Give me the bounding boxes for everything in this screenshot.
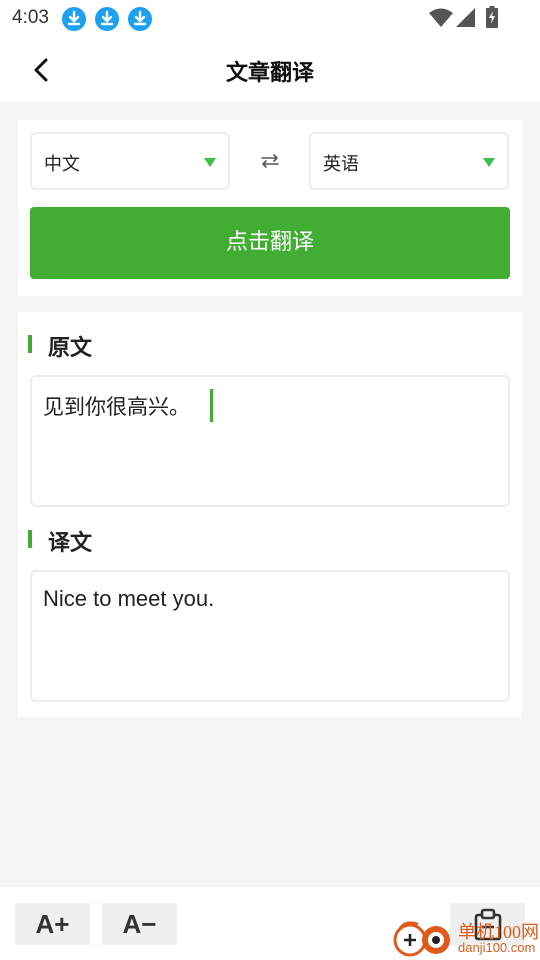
page-title: 文章翻译 [225, 61, 314, 86]
watermark-emblem-icon [393, 921, 450, 957]
text-card: 原文 见到你很高兴。 译文 Nice to meet you. [18, 312, 522, 717]
translate-button[interactable]: 点击翻译 [30, 207, 510, 279]
battery-charging-icon [486, 6, 498, 28]
font-decrease-button[interactable]: A− [102, 903, 177, 945]
download-icon [128, 7, 152, 31]
download-icon [62, 7, 86, 31]
target-language-select[interactable]: 英语 [309, 132, 509, 190]
dropdown-caret-icon [204, 158, 216, 167]
source-language-select[interactable]: 中文 [30, 132, 230, 190]
source-language-label: 中文 [44, 154, 80, 175]
signal-icon [456, 8, 475, 27]
target-language-label: 英语 [323, 154, 359, 175]
result-text: Nice to meet you. [43, 586, 215, 611]
app-header: 文章翻译 [0, 36, 540, 102]
result-section-title: 译文 [48, 531, 93, 556]
language-card: 中文 英语 点击翻译 [18, 120, 522, 296]
status-time: 4:03 [12, 7, 49, 28]
watermark-domain: danji100.com [458, 940, 536, 955]
section-accent-bar [28, 335, 32, 353]
text-cursor [210, 389, 213, 422]
source-text-input[interactable]: 见到你很高兴。 [30, 375, 510, 507]
section-accent-bar [28, 530, 32, 548]
status-bar: 4:03 [0, 0, 540, 36]
result-text-box[interactable]: Nice to meet you. [30, 570, 510, 702]
source-section-title: 原文 [48, 336, 93, 361]
wifi-icon [429, 8, 453, 27]
font-increase-button[interactable]: A+ [15, 903, 90, 945]
swap-arrows-icon[interactable] [259, 150, 281, 172]
dropdown-caret-icon [483, 158, 495, 167]
download-icon [95, 7, 119, 31]
source-text: 见到你很高兴。 [43, 395, 190, 419]
watermark-logo: 单机100网 danji100.com [392, 916, 540, 960]
